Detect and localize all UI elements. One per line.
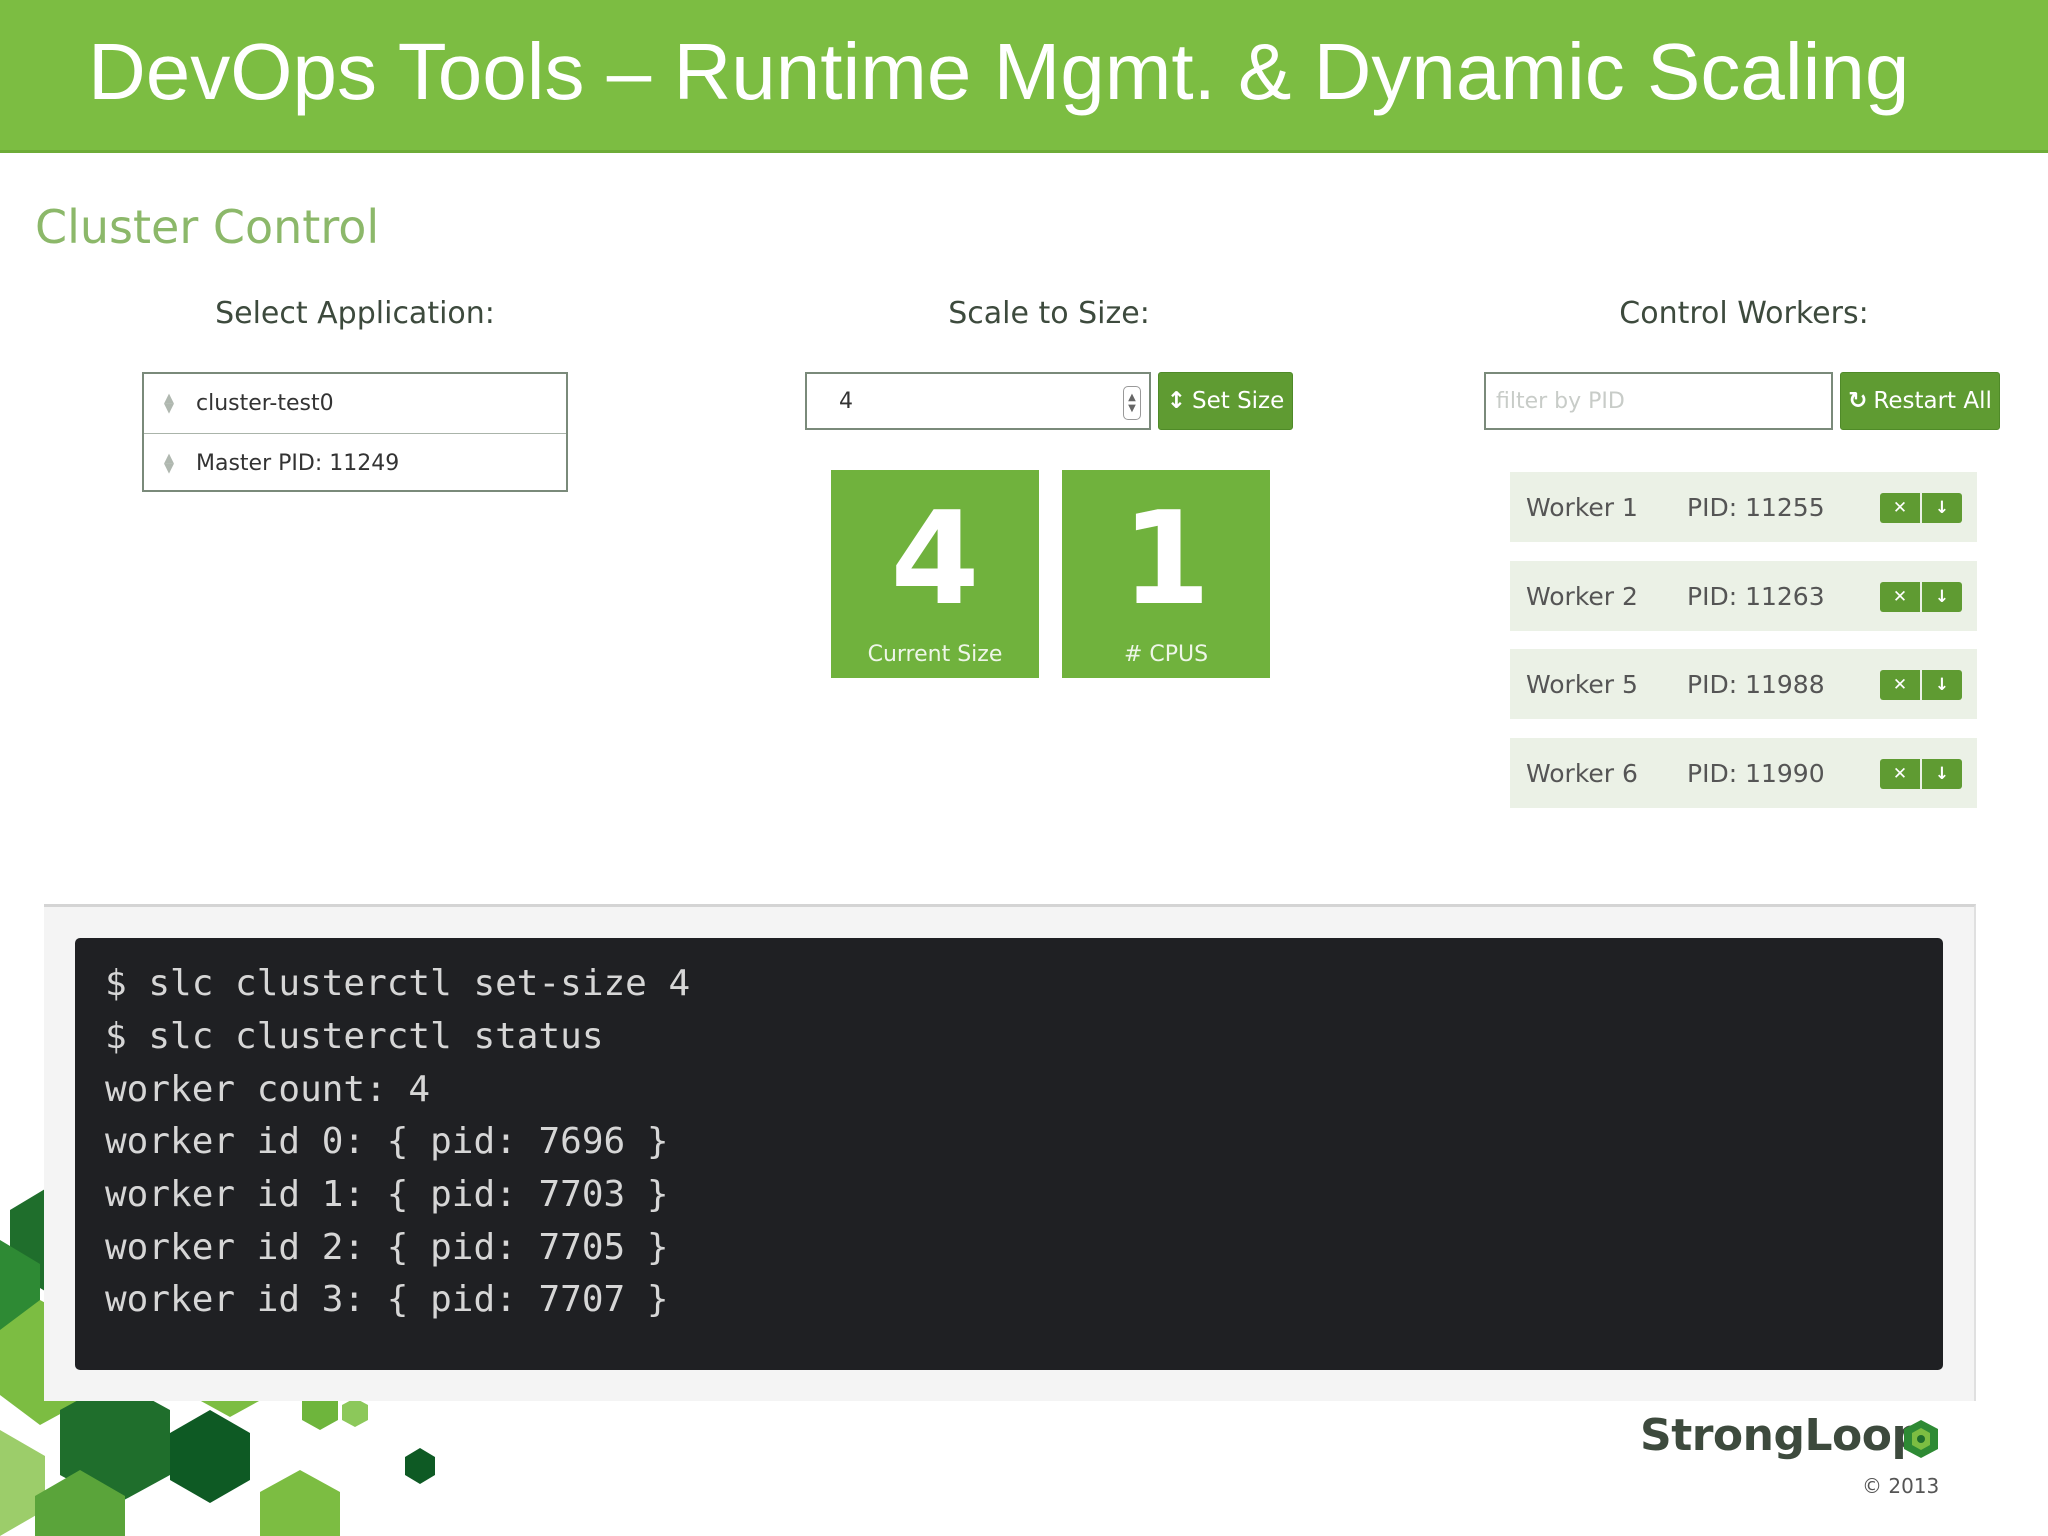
current-size-value: 4	[890, 485, 980, 634]
panel-title: Cluster Control	[35, 200, 380, 254]
cpus-tile: 1 # CPUS	[1062, 470, 1270, 678]
application-select[interactable]: ▲ ▼ cluster-test0 ▲ ▼ Master PID: 11249	[142, 372, 568, 492]
worker-pid: PID: 11255	[1687, 492, 1825, 522]
worker-actions: ✕ ↓	[1880, 582, 1962, 612]
worker-row: Worker 6 PID: 11990 ✕ ↓	[1510, 738, 1977, 808]
filter-by-pid-input[interactable]	[1484, 372, 1833, 430]
terminal-line: worker id 2: { pid: 7705 }	[105, 1227, 669, 1268]
terminal-line: $ slc clusterctl set-size 4	[105, 963, 691, 1004]
master-pid: Master PID: 11249	[196, 451, 400, 476]
worker-row: Worker 1 PID: 11255 ✕ ↓	[1510, 472, 1977, 542]
terminal-line: worker id 3: { pid: 7707 }	[105, 1279, 669, 1320]
terminal-line: worker id 1: { pid: 7703 }	[105, 1174, 669, 1215]
refresh-icon: ↻	[1848, 388, 1868, 414]
copyright: © 2013	[1862, 1474, 1940, 1498]
restart-all-label: Restart All	[1873, 388, 1992, 414]
size-input[interactable]	[837, 387, 1091, 415]
worker-pid: PID: 11263	[1687, 581, 1825, 611]
terminal-line: $ slc clusterctl status	[105, 1016, 604, 1057]
cpus-label: # CPUS	[1123, 642, 1209, 667]
arrow-down-icon[interactable]: ↓	[1920, 759, 1962, 789]
kill-worker-icon[interactable]: ✕	[1880, 582, 1920, 612]
terminal-line: worker count: 4	[105, 1069, 431, 1110]
kill-worker-icon[interactable]: ✕	[1880, 759, 1920, 789]
worker-pid: PID: 11988	[1687, 669, 1825, 699]
application-option[interactable]: ▲ ▼ cluster-test0	[144, 374, 566, 434]
worker-name: Worker 5	[1526, 669, 1638, 699]
worker-row: Worker 2 PID: 11263 ✕ ↓	[1510, 561, 1977, 631]
worker-name: Worker 6	[1526, 758, 1638, 788]
sort-arrows-icon: ▲ ▼	[164, 450, 174, 476]
resize-vertical-icon: ↕	[1166, 388, 1186, 414]
worker-actions: ✕ ↓	[1880, 670, 1962, 700]
master-pid-option[interactable]: ▲ ▼ Master PID: 11249	[144, 434, 566, 493]
current-size-tile: 4 Current Size	[831, 470, 1039, 678]
application-name: cluster-test0	[196, 391, 334, 416]
current-size-label: Current Size	[867, 642, 1003, 667]
set-size-button[interactable]: ↕ Set Size	[1158, 372, 1293, 430]
kill-worker-icon[interactable]: ✕	[1880, 670, 1920, 700]
terminal-window: $ slc clusterctl set-size 4 $ slc cluste…	[75, 938, 1943, 1370]
set-size-label: Set Size	[1191, 388, 1285, 414]
worker-actions: ✕ ↓	[1880, 759, 1962, 789]
worker-row: Worker 5 PID: 11988 ✕ ↓	[1510, 649, 1977, 719]
worker-name: Worker 2	[1526, 581, 1638, 611]
worker-actions: ✕ ↓	[1880, 493, 1962, 523]
stepper-icon[interactable]: ▲ ▼	[1123, 386, 1141, 420]
kill-worker-icon[interactable]: ✕	[1880, 493, 1920, 523]
cpus-value: 1	[1121, 485, 1211, 634]
worker-name: Worker 1	[1526, 492, 1638, 522]
arrow-down-icon[interactable]: ↓	[1920, 670, 1962, 700]
select-application-label: Select Application:	[215, 296, 495, 331]
control-workers-label: Control Workers:	[1619, 296, 1869, 331]
strongloop-logo: StrongLoop	[1640, 1410, 1923, 1461]
worker-pid: PID: 11990	[1687, 758, 1825, 788]
strongloop-hex-icon	[1904, 1420, 1938, 1458]
restart-all-button[interactable]: ↻ Restart All	[1840, 372, 2000, 430]
slide-title: DevOps Tools – Runtime Mgmt. & Dynamic S…	[88, 27, 1910, 116]
size-input-field[interactable]: ▲▼	[805, 372, 1151, 430]
title-banner: DevOps Tools – Runtime Mgmt. & Dynamic S…	[0, 0, 2048, 153]
terminal-line: worker id 0: { pid: 7696 }	[105, 1121, 669, 1162]
arrow-down-icon[interactable]: ↓	[1920, 582, 1962, 612]
sort-arrows-icon: ▲ ▼	[164, 390, 174, 416]
arrow-down-icon[interactable]: ↓	[1920, 493, 1962, 523]
scale-to-size-label: Scale to Size:	[948, 296, 1150, 331]
